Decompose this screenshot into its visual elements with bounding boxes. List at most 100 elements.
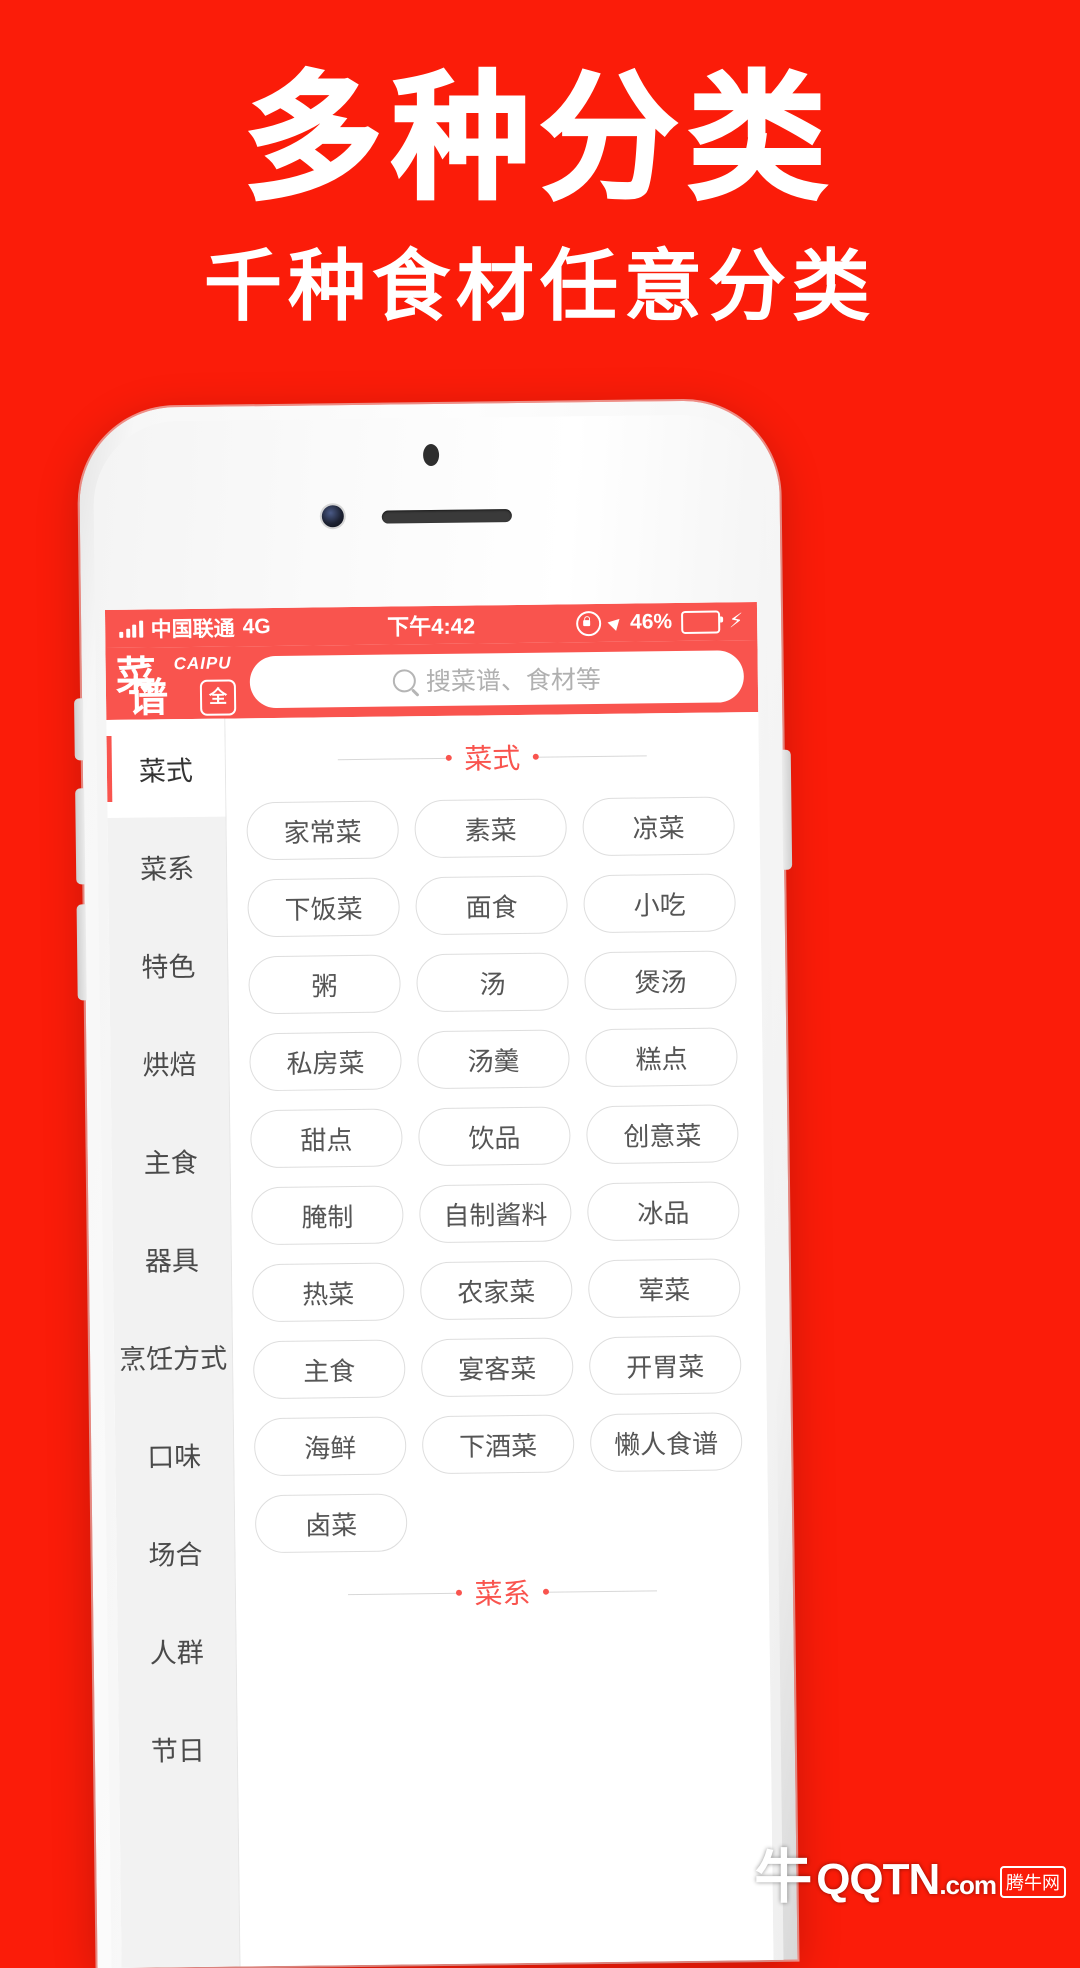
sidebar-item-label: 主食 <box>143 1147 198 1180</box>
section-divider-left <box>338 757 451 760</box>
category-tag[interactable]: 懒人食谱 <box>589 1412 743 1473</box>
phone-power-button <box>781 749 793 870</box>
category-tag[interactable]: 面食 <box>415 875 568 936</box>
phone-mockup: 中国联通 4G 下午4:42 46% ⚡ 菜 谱 CAIPU 全 搜菜谱、食材等… <box>74 399 798 1968</box>
sidebar-item-label: 口味 <box>147 1441 202 1474</box>
app-logo: 菜 谱 CAIPU 全 <box>115 653 241 722</box>
sidebar-item-label: 节日 <box>150 1735 206 1768</box>
category-tag[interactable]: 糕点 <box>585 1027 738 1088</box>
status-bar-right: 46% ⚡ <box>575 609 744 636</box>
carrier-label: 中国联通 <box>150 617 235 642</box>
battery-percent-label: 46% <box>629 610 673 634</box>
category-tag[interactable]: 自制酱料 <box>419 1183 572 1244</box>
promo-banner: 多种分类 千种食材任意分类 <box>0 0 1080 330</box>
battery-icon <box>680 610 721 634</box>
promo-title: 多种分类 <box>242 58 836 219</box>
category-tag[interactable]: 汤 <box>416 952 569 1013</box>
earpiece-speaker-icon <box>381 509 512 524</box>
section-divider-right <box>534 754 647 758</box>
category-tag[interactable]: 甜点 <box>250 1108 403 1169</box>
phone-volume-up-button <box>75 788 86 885</box>
category-tag[interactable]: 煲汤 <box>584 950 737 1011</box>
search-placeholder: 搜菜谱、食材等 <box>425 665 602 697</box>
promo-subtitle: 千种食材任意分类 <box>203 241 876 332</box>
category-tag[interactable]: 热菜 <box>251 1262 405 1323</box>
watermark-chip: 腾牛网 <box>1000 1866 1066 1898</box>
logo-pinyin: CAIPU <box>173 653 232 674</box>
sidebar-item-label: 人群 <box>149 1637 204 1670</box>
watermark: 牛 QQTN.com 腾牛网 <box>754 1842 1066 1911</box>
phone-body: 中国联通 4G 下午4:42 46% ⚡ 菜 谱 CAIPU 全 搜菜谱、食材等… <box>92 413 784 1968</box>
category-sidebar[interactable]: 菜式菜系特色烘焙主食器具烹饪方式口味场合人群节日 <box>106 718 241 1968</box>
category-tag[interactable]: 私房菜 <box>249 1031 402 1092</box>
category-tag[interactable]: 汤羹 <box>417 1029 570 1090</box>
phone-screen: 中国联通 4G 下午4:42 46% ⚡ 菜 谱 CAIPU 全 搜菜谱、食材等… <box>104 602 774 1968</box>
category-tag[interactable]: 冰品 <box>587 1181 740 1242</box>
category-tag[interactable]: 家常菜 <box>246 800 400 861</box>
app-header: 菜 谱 CAIPU 全 搜菜谱、食材等 <box>105 640 759 722</box>
front-camera-icon <box>321 505 344 528</box>
location-arrow-icon <box>607 614 624 631</box>
status-bar: 中国联通 4G 下午4:42 46% ⚡ <box>104 602 758 649</box>
search-input[interactable]: 搜菜谱、食材等 <box>249 650 745 709</box>
category-tag[interactable]: 素菜 <box>414 798 568 859</box>
category-tag[interactable]: 饮品 <box>418 1106 571 1167</box>
sidebar-item-0[interactable]: 菜式 <box>106 718 226 819</box>
sidebar-item-8[interactable]: 场合 <box>116 1503 235 1602</box>
sidebar-item-9[interactable]: 人群 <box>117 1601 236 1700</box>
signal-bars-icon <box>119 620 143 638</box>
watermark-domain: .com <box>939 1870 997 1900</box>
category-tag[interactable]: 粥 <box>248 954 401 1015</box>
sidebar-item-label: 菜式 <box>138 755 194 788</box>
category-tag[interactable]: 荤菜 <box>587 1258 741 1319</box>
category-tag[interactable]: 宴客菜 <box>420 1337 574 1398</box>
sidebar-item-4[interactable]: 主食 <box>111 1111 230 1210</box>
phone-volume-down-button <box>76 904 87 1001</box>
section-header-1: 菜系 <box>255 1547 749 1637</box>
category-tag[interactable]: 下饭菜 <box>247 877 400 938</box>
category-tag[interactable]: 下酒菜 <box>421 1414 575 1475</box>
sidebar-item-label: 菜系 <box>139 853 195 886</box>
sidebar-item-label: 器具 <box>144 1245 200 1278</box>
section-title: 菜式 <box>464 741 521 776</box>
category-tag[interactable]: 创意菜 <box>586 1104 739 1165</box>
category-tag[interactable]: 海鲜 <box>253 1416 407 1477</box>
watermark-site: QQTN.com <box>816 1855 997 1904</box>
lightning-bolt-icon: ⚡ <box>728 610 744 633</box>
section-divider-right <box>544 1589 657 1593</box>
network-type-label: 4G <box>242 615 271 639</box>
sidebar-item-label: 特色 <box>141 951 196 984</box>
main-content: 菜式 菜系 特色 烘焙 主食 器具 烹饪方式 口味 场合 人群 节日 菜式 家常菜 素菜 凉菜 下饭菜 面食小… <box>106 712 774 1968</box>
sidebar-item-2[interactable]: 特色 <box>109 915 228 1014</box>
rotation-lock-icon <box>575 610 602 636</box>
category-panel[interactable]: 菜式家常菜 素菜 凉菜下饭菜 面食 小吃粥汤煲汤私房菜 汤羹 糕点甜点 饮品 创意菜腌制 自制酱料… <box>225 712 774 1967</box>
section-header-0: 菜式 <box>245 712 739 802</box>
section-title: 菜系 <box>474 1576 531 1611</box>
section-divider-left <box>348 1592 461 1595</box>
category-tag[interactable]: 凉菜 <box>582 796 735 857</box>
sidebar-item-label: 烹饪方式 <box>118 1343 228 1376</box>
watermark-mark: 牛 <box>754 1842 813 1911</box>
sidebar-item-3[interactable]: 烘焙 <box>110 1013 229 1112</box>
sidebar-item-6[interactable]: 烹饪方式 <box>113 1307 232 1406</box>
sidebar-item-7[interactable]: 口味 <box>115 1405 234 1504</box>
watermark-site-name: QQTN <box>816 1855 940 1904</box>
tag-grid-0: 家常菜 素菜 凉菜下饭菜 面食 小吃粥汤煲汤私房菜 汤羹 糕点甜点 饮品 创意菜腌制 自制酱料 冰品… <box>246 796 748 1554</box>
sidebar-item-label: 烘焙 <box>142 1049 197 1082</box>
category-tag[interactable]: 腌制 <box>251 1185 404 1246</box>
sidebar-item-1[interactable]: 菜系 <box>108 817 227 916</box>
logo-char-2: 谱 <box>127 675 167 722</box>
search-icon <box>392 668 416 693</box>
category-tag[interactable]: 主食 <box>252 1339 406 1400</box>
category-tag[interactable]: 卤菜 <box>254 1493 408 1554</box>
status-bar-left: 中国联通 4G <box>119 612 271 644</box>
sidebar-item-5[interactable]: 器具 <box>112 1209 231 1308</box>
category-tag[interactable]: 小吃 <box>583 873 736 934</box>
proximity-sensor-icon <box>422 443 440 467</box>
sidebar-item-label: 场合 <box>148 1539 203 1572</box>
category-tag[interactable]: 开胃菜 <box>588 1335 742 1396</box>
category-tag[interactable]: 农家菜 <box>419 1260 573 1321</box>
sidebar-item-10[interactable]: 节日 <box>118 1699 237 1798</box>
phone-mute-switch <box>74 698 84 761</box>
logo-badge: 全 <box>199 679 237 716</box>
